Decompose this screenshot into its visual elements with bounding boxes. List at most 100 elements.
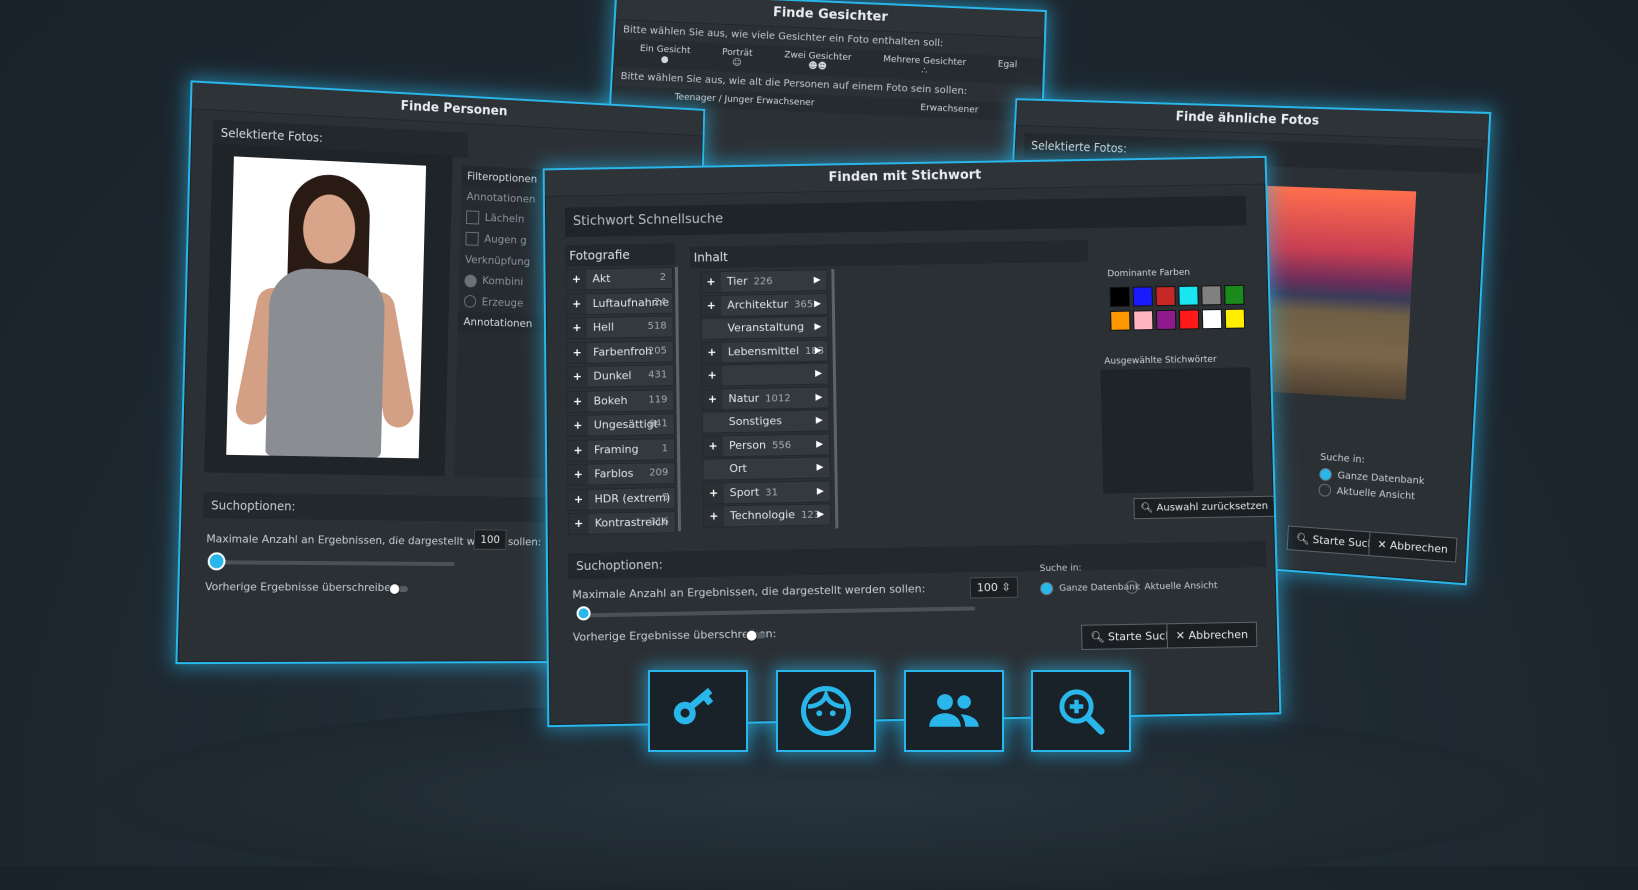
plus-icon[interactable]: +: [566, 269, 586, 289]
keyword-item[interactable]: +Bokeh119: [567, 389, 675, 413]
chevron-right-icon[interactable]: ▶: [815, 340, 822, 360]
plus-icon[interactable]: +: [568, 391, 588, 411]
plus-icon[interactable]: +: [701, 295, 721, 315]
chevron-right-icon[interactable]: ▶: [814, 317, 821, 337]
keyword-count: 431: [648, 365, 667, 385]
keyword-item[interactable]: +Farbenfroh205: [566, 340, 674, 364]
persons-search-tile[interactable]: [904, 670, 1004, 752]
keyword-item[interactable]: +Farblos209: [567, 462, 675, 486]
option-portrait[interactable]: Porträt☺: [721, 48, 752, 69]
keyword-item[interactable]: +Musikinstrument17▶: [701, 363, 829, 387]
cancel-button[interactable]: ✕ Abbrechen: [1166, 622, 1257, 649]
chevron-right-icon[interactable]: ▶: [817, 481, 824, 501]
similar-search-tile[interactable]: [1031, 670, 1131, 752]
color-swatch[interactable]: [1110, 311, 1130, 331]
face-search-tile[interactable]: [776, 670, 876, 752]
max-results-input[interactable]: 100 ⇳: [970, 577, 1018, 599]
keyword-item[interactable]: +Hell518: [566, 316, 674, 340]
color-swatch[interactable]: [1224, 285, 1244, 305]
slider-handle[interactable]: [576, 606, 590, 620]
option-adult[interactable]: Erwachsener: [920, 103, 978, 116]
keyword-label: Ort: [729, 462, 747, 475]
keyword-item[interactable]: +Dunkel431: [566, 364, 674, 388]
keyword-item[interactable]: +Technologie123▶: [703, 503, 832, 527]
keyword-item[interactable]: +Luftaufnahme24: [566, 291, 674, 315]
checkbox-icon: [465, 232, 478, 246]
photography-scrollbar[interactable]: [675, 267, 681, 531]
keyword-search-tile[interactable]: [648, 670, 748, 752]
keyword-label: Hell: [593, 321, 614, 334]
plus-icon[interactable]: +: [702, 389, 722, 409]
plus-icon[interactable]: +: [567, 342, 587, 362]
plus-icon[interactable]: +: [704, 506, 724, 526]
keyword-item[interactable]: +Lebensmittel183▶: [701, 339, 829, 363]
keyword-item[interactable]: +Architektur365▶: [700, 293, 828, 317]
plus-icon[interactable]: +: [567, 318, 587, 338]
color-swatch[interactable]: [1225, 309, 1245, 329]
keyword-label: Akt: [592, 272, 610, 285]
keyword-item[interactable]: Sonstiges▶: [702, 409, 830, 433]
plus-icon[interactable]: +: [569, 514, 589, 534]
max-results-slider[interactable]: [210, 560, 455, 566]
reset-selection-button[interactable]: 🔍︎ Auswahl zurücksetzen: [1133, 496, 1275, 520]
chevron-right-icon[interactable]: ▶: [815, 387, 822, 407]
keyword-label: Sport: [730, 485, 760, 499]
plus-icon[interactable]: +: [568, 416, 588, 436]
keyword-item[interactable]: +Kontrastreich316: [568, 511, 676, 535]
option-one-face[interactable]: Ein Gesicht●: [639, 44, 691, 66]
content-scrollbar[interactable]: [831, 269, 838, 528]
option-many-faces[interactable]: Mehrere Gesichter∴: [883, 55, 967, 78]
radio-current-view[interactable]: Aktuelle Ansicht: [1318, 483, 1415, 502]
color-swatch[interactable]: [1155, 286, 1175, 306]
plus-icon[interactable]: +: [702, 342, 722, 362]
plus-icon[interactable]: +: [567, 367, 587, 387]
cancel-button[interactable]: ✕ Abbrechen: [1368, 531, 1457, 562]
keyword-item[interactable]: +Person556▶: [702, 433, 830, 457]
plus-icon[interactable]: +: [703, 436, 723, 456]
color-swatch[interactable]: [1156, 310, 1176, 330]
chevron-right-icon[interactable]: ▶: [814, 294, 821, 314]
radio-current-view[interactable]: Aktuelle Ansicht: [1125, 579, 1217, 594]
keyword-item[interactable]: +Natur1012▶: [701, 386, 829, 410]
chevron-right-icon[interactable]: ▶: [814, 270, 821, 290]
color-swatch[interactable]: [1202, 309, 1222, 329]
keyword-item[interactable]: +Akt2: [565, 267, 673, 291]
overwrite-toggle[interactable]: [391, 586, 408, 592]
radio-icon: [464, 295, 476, 308]
chevron-right-icon[interactable]: ▶: [816, 411, 823, 431]
selected-keywords-panel: Ausgewählte Stichwörter: [1100, 351, 1253, 493]
keyword-item[interactable]: +Framing1: [567, 438, 675, 462]
plus-icon[interactable]: +: [568, 440, 588, 460]
keyword-quick-search[interactable]: Stichwort Schnellsuche: [565, 196, 1247, 237]
max-results-slider[interactable]: [579, 606, 976, 617]
chevron-right-icon[interactable]: ▶: [815, 364, 822, 384]
plus-icon[interactable]: +: [568, 465, 588, 485]
plus-icon[interactable]: +: [567, 294, 587, 314]
keyword-item[interactable]: +Ungesättigt641: [567, 413, 675, 437]
overwrite-toggle[interactable]: [748, 632, 766, 638]
plus-icon[interactable]: +: [568, 489, 588, 509]
keyword-label: Bokeh: [594, 394, 628, 408]
color-swatch[interactable]: [1201, 285, 1221, 305]
color-swatch[interactable]: [1133, 310, 1153, 330]
keyword-item[interactable]: Ort ▶: [702, 456, 830, 480]
option-two-faces[interactable]: Zwei Gesichter☻☻: [784, 50, 852, 73]
plus-icon[interactable]: +: [704, 483, 724, 503]
keyword-item[interactable]: +Tier226▶: [700, 269, 828, 293]
plus-icon[interactable]: +: [701, 272, 721, 292]
option-any[interactable]: Egal: [997, 60, 1017, 81]
color-swatch[interactable]: [1110, 287, 1130, 307]
slider-handle[interactable]: [208, 552, 226, 570]
keyword-item[interactable]: +HDR (extrem)5: [567, 487, 675, 511]
chevron-right-icon[interactable]: ▶: [816, 458, 823, 478]
max-results-input[interactable]: 100: [474, 529, 507, 550]
color-swatch[interactable]: [1133, 286, 1153, 306]
color-swatch[interactable]: [1178, 286, 1198, 306]
color-swatch[interactable]: [1179, 309, 1199, 329]
keyword-item[interactable]: Veranstaltung▶: [700, 316, 828, 340]
option-teen[interactable]: Teenager / Junger Erwachsener: [674, 92, 814, 108]
keyword-item[interactable]: +Sport31▶: [702, 480, 830, 504]
chevron-right-icon[interactable]: ▶: [817, 505, 824, 525]
chevron-right-icon[interactable]: ▶: [816, 434, 823, 454]
plus-icon[interactable]: +: [702, 365, 722, 385]
